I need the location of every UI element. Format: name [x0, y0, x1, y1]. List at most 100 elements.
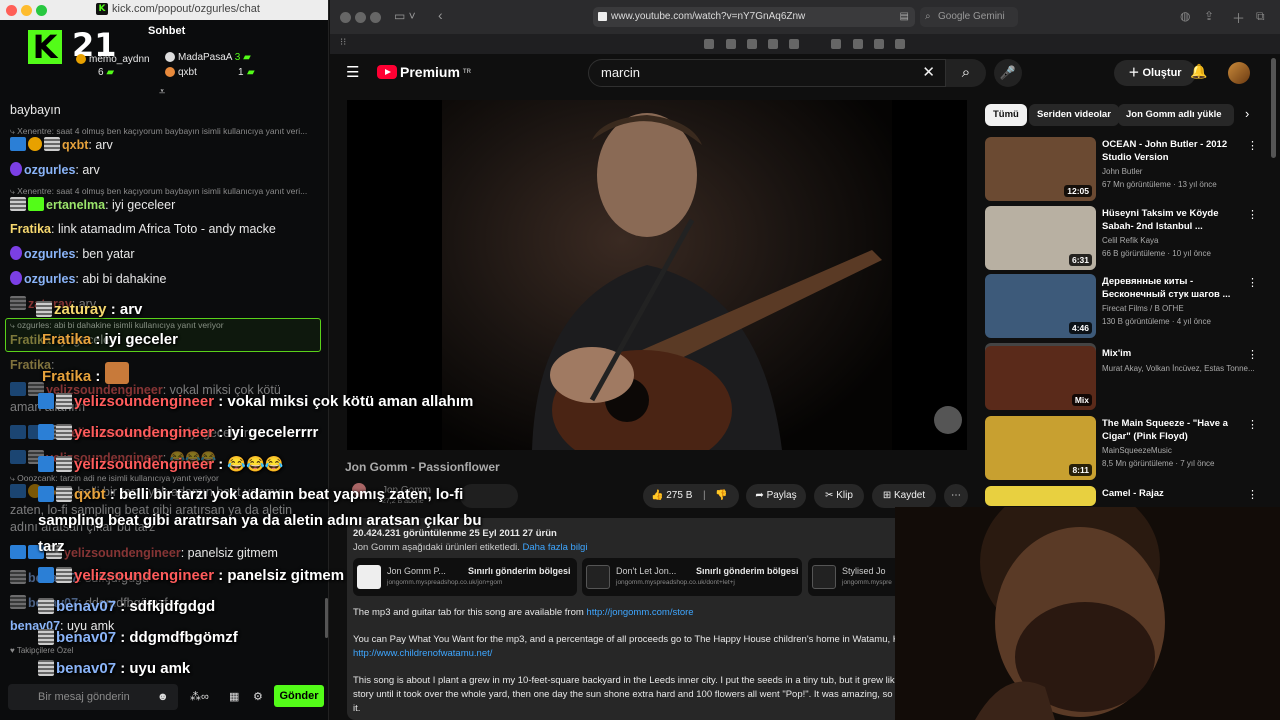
- product-card[interactable]: Jon Gomm P... jongomm.myspreadshop.co.uk…: [353, 558, 577, 596]
- subscriber-badge-icon: [10, 595, 26, 609]
- more-options-icon[interactable]: ⋮: [1247, 276, 1258, 289]
- bookmark-icon[interactable]: [853, 39, 863, 49]
- verified-badge-icon: [10, 425, 26, 439]
- send-button[interactable]: Gönder: [274, 685, 324, 707]
- overlay-chat-line: qxbt : belli bir tarzı yok adamın beat y…: [38, 486, 463, 503]
- recommendation-item[interactable]: 4:46 Деревянные киты - Бесконечный стук …: [985, 274, 1270, 338]
- minimize-window-button[interactable]: [21, 5, 32, 16]
- chip-uploads[interactable]: Jon Gomm adlı yükle: [1118, 104, 1234, 126]
- more-options-icon[interactable]: ⋮: [1247, 208, 1258, 221]
- rec-meta: 130 B görüntüleme · 4 yıl önce: [1102, 317, 1211, 326]
- rec-meta: 8,5 Mn görüntüleme · 7 yıl önce: [1102, 459, 1215, 468]
- thumbs-down-icon[interactable]: 👎: [715, 484, 727, 508]
- chat-message: baybayın: [10, 103, 61, 117]
- bookmark-icon[interactable]: [874, 39, 884, 49]
- recommendation-item[interactable]: 6:31 Hüseyni Taksim ve Köyde Sabah- 2nd …: [985, 206, 1270, 270]
- minimize-window-button[interactable]: [355, 12, 366, 23]
- more-options-icon[interactable]: ⋮: [1247, 488, 1258, 501]
- subscriber-badge-icon: [56, 424, 72, 440]
- product-card[interactable]: Don't Let Jon... jongomm.myspreadshop.co…: [582, 558, 802, 596]
- close-window-button[interactable]: [6, 5, 17, 16]
- avatar[interactable]: [1228, 62, 1250, 84]
- store-link[interactable]: http://jongomm.com/store: [586, 607, 693, 618]
- recommendation-item[interactable]: Camel - Rajaz ⋮: [985, 486, 1270, 506]
- video-description[interactable]: 20.424.231 görüntülenme 25 Eyl 2011 27 ü…: [347, 518, 920, 720]
- share-button[interactable]: ➦ Paylaş: [746, 484, 806, 508]
- menu-hamburger-icon[interactable]: ☰: [346, 63, 359, 81]
- bookmark-icon[interactable]: [831, 39, 841, 49]
- search-input[interactable]: marcin ✕: [588, 59, 946, 87]
- bookmark-icon[interactable]: [726, 39, 736, 49]
- store-icon[interactable]: ▦: [229, 690, 239, 703]
- chat-scrollbar[interactable]: [325, 598, 328, 638]
- product-thumb: [812, 565, 836, 589]
- youtube-masthead: ☰ Premium TR marcin ✕ ⌕ 🎤 ＋ Oluştur 🔔: [330, 54, 1280, 158]
- leaderboard-entry-1[interactable]: memo_aydnn: [76, 54, 150, 65]
- clip-button[interactable]: ✂ Klip: [814, 484, 864, 508]
- channel-watermark-icon[interactable]: [934, 406, 962, 434]
- video-thumbnail: Mix: [985, 346, 1096, 410]
- verified-badge-icon: [38, 456, 54, 472]
- leaderboard-entry-3[interactable]: qxbt 1 ▰: [165, 67, 255, 78]
- reply-context: ⤷ Ooozcank: tarzin adi ne isimli kullanı…: [10, 473, 219, 483]
- youtube-logo[interactable]: Premium TR: [377, 64, 471, 80]
- clear-search-icon[interactable]: ✕: [922, 60, 935, 86]
- sidebar-toggle-icon[interactable]: ▭ ˅: [394, 9, 416, 23]
- search-button[interactable]: ⌕: [946, 59, 986, 87]
- notifications-bell-icon[interactable]: 🔔: [1190, 63, 1207, 80]
- more-options-icon[interactable]: ⋮: [1247, 348, 1258, 361]
- address-bar[interactable]: www.youtube.com/watch?v=nY7GnAq6Znw ▤: [593, 7, 915, 27]
- charity-link[interactable]: http://www.childrenofwatamu.net/: [353, 648, 492, 659]
- bookmark-icon[interactable]: [704, 39, 714, 49]
- youtube-favicon-icon: [598, 12, 607, 21]
- search-engine-field[interactable]: ⌕ Google Gemini: [920, 7, 1018, 27]
- product-card[interactable]: Stylised Jo jongomm.myspre: [808, 558, 908, 596]
- bookmark-icon[interactable]: [768, 39, 778, 49]
- subscriber-badge-icon: [56, 393, 72, 409]
- connections-icon[interactable]: ⁂∞: [190, 690, 209, 703]
- save-button[interactable]: ⊞ Kaydet: [872, 484, 936, 508]
- chat-message-list[interactable]: baybayın ⤷ Xenentre: saat 4 olmuş ben ka…: [0, 98, 328, 678]
- zoom-window-button[interactable]: [36, 5, 47, 16]
- more-actions-icon[interactable]: ⋯: [944, 484, 968, 508]
- subscribe-pill[interactable]: [460, 484, 518, 508]
- recommendation-item[interactable]: Mix Mix'im Murat Akay, Volkan İncüvez, E…: [985, 346, 1270, 410]
- close-window-button[interactable]: [340, 12, 351, 23]
- back-arrow-icon[interactable]: ‹: [438, 7, 443, 23]
- zoom-window-button[interactable]: [370, 12, 381, 23]
- more-options-icon[interactable]: ⋮: [1247, 139, 1258, 152]
- page-scrollbar[interactable]: [1271, 58, 1276, 158]
- like-button[interactable]: 👍 275 B | 👎: [643, 484, 739, 508]
- verified-badge-icon: [38, 567, 54, 583]
- chevron-right-icon[interactable]: ›: [1245, 106, 1249, 121]
- recommendation-item[interactable]: 12:05 OCEAN - John Butler - 2012 Studio …: [985, 137, 1270, 201]
- create-button[interactable]: ＋ Oluştur: [1114, 60, 1196, 86]
- chat-message-input[interactable]: Bir mesaj gönderin: [8, 684, 178, 710]
- new-tab-icon[interactable]: ＋: [1232, 8, 1245, 27]
- bookmark-icon[interactable]: [895, 39, 905, 49]
- learn-more-link[interactable]: Daha fazla bilgi: [523, 542, 588, 553]
- download-icon[interactable]: ◍: [1180, 9, 1190, 23]
- bronze-badge-icon: [165, 67, 175, 78]
- voice-search-mic-icon[interactable]: 🎤: [994, 59, 1022, 87]
- settings-gear-icon[interactable]: ⚙: [253, 690, 263, 703]
- bookmark-icon[interactable]: [747, 39, 757, 49]
- more-options-icon[interactable]: ⋮: [1247, 418, 1258, 431]
- reader-icon[interactable]: ▤: [900, 7, 909, 27]
- overlay-chat-line: benav07 : ddgmdfbgömzf: [38, 629, 238, 646]
- apps-grid-icon[interactable]: ⁝⁝: [340, 37, 346, 48]
- share-icon[interactable]: ⇪: [1204, 9, 1214, 23]
- chip-series[interactable]: Seriden videolar: [1029, 104, 1119, 126]
- rec-title: Hüseyni Taksim ve Köyde Sabah- 2nd Istan…: [1102, 208, 1219, 232]
- chip-all[interactable]: Tümü: [985, 104, 1027, 126]
- tab-overview-icon[interactable]: ⧉: [1256, 9, 1265, 24]
- video-frame-performer: [532, 113, 882, 450]
- verified-badge-icon: [38, 486, 54, 502]
- video-thumbnail: 8:11: [985, 416, 1096, 480]
- recommendation-item[interactable]: 8:11 The Main Squeeze - "Have a Cigar" (…: [985, 416, 1270, 480]
- emoji-icon[interactable]: ☻: [157, 691, 169, 703]
- subscriber-badge-icon: [10, 296, 26, 310]
- rec-meta: 67 Mn görüntüleme · 13 yıl önce: [1102, 180, 1217, 189]
- bookmark-icon[interactable]: [789, 39, 799, 49]
- leaderboard-entry-2[interactable]: MadaPasaA 3 ▰: [165, 52, 251, 63]
